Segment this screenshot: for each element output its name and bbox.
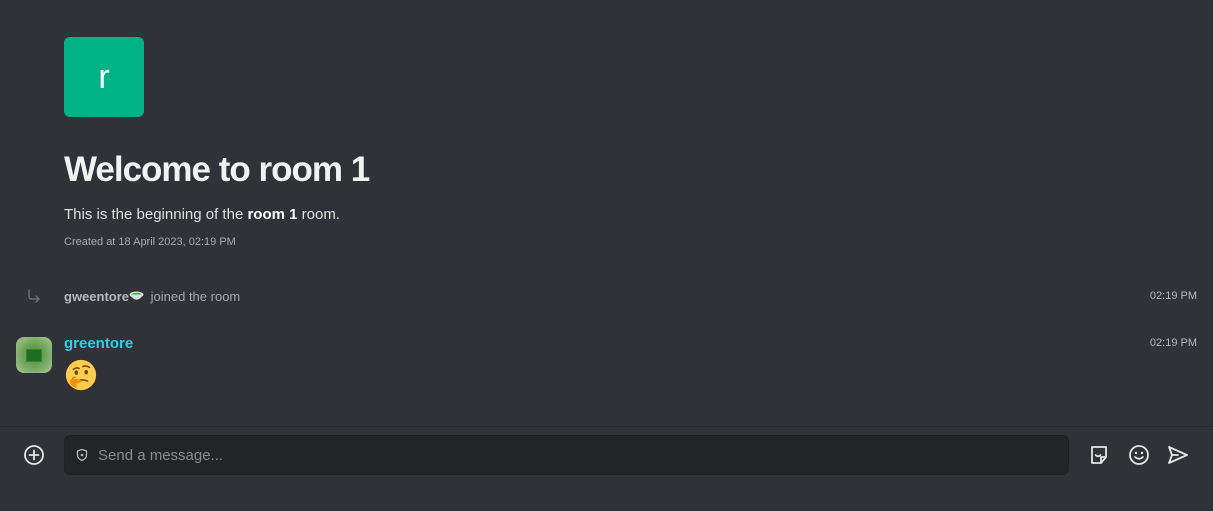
join-arrow-icon xyxy=(28,289,40,303)
message-input[interactable]: Send a message... xyxy=(64,435,1069,475)
room-avatar-letter: r xyxy=(98,57,110,96)
join-event: gweentore joined the room 02:19 PM xyxy=(0,286,1213,308)
join-event-text: gweentore joined the room xyxy=(64,289,240,304)
add-icon[interactable] xyxy=(22,443,46,467)
message-time: 02:19 PM xyxy=(1149,337,1197,349)
welcome-desc-prefix: This is the beginning of the xyxy=(64,206,248,223)
welcome-room-name: room 1 xyxy=(247,206,298,223)
send-icon[interactable] xyxy=(1166,443,1190,467)
emoji-icon[interactable] xyxy=(1127,443,1151,467)
welcome-description: This is the beginning of the room 1 room… xyxy=(64,206,340,223)
welcome-title: Welcome to room 1 xyxy=(64,150,370,189)
thinking-face-emoji-icon xyxy=(65,359,97,391)
composer-divider xyxy=(0,426,1213,427)
message-username[interactable]: greentore xyxy=(64,335,133,352)
join-event-time: 02:19 PM xyxy=(1149,290,1197,302)
join-event-user[interactable]: gweentore xyxy=(64,289,129,304)
join-event-action: joined the room xyxy=(150,289,241,304)
room-avatar: r xyxy=(64,37,144,117)
bowl-emoji-icon xyxy=(129,291,144,300)
shield-icon xyxy=(76,448,88,462)
message-item: greentore 02:19 PM xyxy=(0,334,1213,398)
sticker-icon[interactable] xyxy=(1087,443,1111,467)
user-avatar[interactable] xyxy=(16,337,52,373)
avatar-image xyxy=(26,348,42,362)
created-at: Created at 18 April 2023, 02:19 PM xyxy=(64,236,236,248)
message-placeholder: Send a message... xyxy=(98,447,224,464)
welcome-desc-suffix: room. xyxy=(297,206,340,223)
